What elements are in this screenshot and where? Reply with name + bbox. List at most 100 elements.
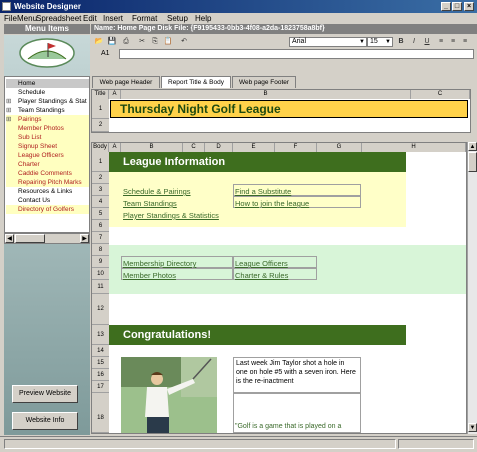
underline-button[interactable]: U — [422, 37, 432, 47]
menu-edit[interactable]: Edit — [83, 13, 97, 24]
tree-item-caddie-comments[interactable]: Caddie Comments — [6, 169, 89, 178]
body-col-g[interactable]: G — [317, 143, 362, 152]
align-left-icon[interactable]: ≡ — [436, 37, 446, 47]
tree-item-team-standings[interactable]: ⊞ Team Standings — [6, 106, 89, 115]
body-row[interactable]: 6 — [92, 220, 109, 232]
menu-format[interactable]: Format — [132, 13, 157, 24]
body-row[interactable]: 17 — [92, 381, 109, 393]
bold-button[interactable]: B — [396, 37, 406, 47]
open-icon[interactable]: 📂 — [94, 37, 104, 47]
font-select[interactable]: Arial ▼ — [289, 37, 367, 47]
body-col-b[interactable]: B — [121, 143, 183, 152]
tree-item-contact-us[interactable]: Contact Us — [6, 196, 89, 205]
link-team-standings[interactable]: Team Standings — [123, 199, 177, 208]
body-row[interactable]: 8 — [92, 244, 109, 256]
scroll-down-icon[interactable]: ▼ — [468, 423, 477, 432]
title-grid[interactable]: Title A B C 1 2 Thursday Night Golf Leag… — [91, 89, 471, 133]
body-row[interactable]: 3 — [92, 184, 109, 196]
body-row[interactable]: 9 — [92, 256, 109, 268]
copy-icon[interactable]: ⎘ — [150, 37, 160, 47]
body-col-e[interactable]: E — [233, 143, 275, 152]
preview-website-button[interactable]: Preview Website — [12, 385, 78, 403]
link-schedule-pairings[interactable]: Schedule & Pairings — [123, 187, 191, 196]
menu-tree[interactable]: Home Schedule ⊞ Player Standings & Stat ⊞… — [4, 76, 90, 233]
body-row[interactable]: 5 — [92, 208, 109, 220]
link-membership-directory[interactable]: Membership Directory — [123, 259, 196, 268]
tree-horizontal-scrollbar[interactable]: ◀ ▶ — [4, 233, 90, 244]
website-info-button[interactable]: Website Info — [12, 412, 78, 430]
link-player-standings[interactable]: Player Standings & Statistics — [123, 211, 219, 220]
scroll-right-icon[interactable]: ▶ — [80, 234, 89, 243]
body-row[interactable]: 7 — [92, 232, 109, 244]
title-col-a[interactable]: A — [109, 90, 121, 99]
vertical-scrollbar[interactable]: ▲ ▼ — [467, 142, 477, 434]
tree-item-schedule[interactable]: Schedule — [6, 88, 89, 97]
title-col-b[interactable]: B — [121, 90, 411, 99]
menu-insert[interactable]: Insert — [103, 13, 123, 24]
undo-icon[interactable]: ↶ — [179, 37, 189, 47]
body-col-h[interactable]: H — [362, 143, 466, 152]
italic-button[interactable]: I — [409, 37, 419, 47]
close-button[interactable]: × — [464, 2, 474, 11]
link-find-substitute[interactable]: Find a Substitute — [235, 187, 291, 196]
tree-item-signup-sheet[interactable]: Signup Sheet — [6, 142, 89, 151]
title-row-1[interactable]: 1 — [92, 99, 109, 119]
link-how-to-join[interactable]: How to join the league — [235, 199, 309, 208]
link-member-photos[interactable]: Member Photos — [123, 271, 176, 280]
font-size-select[interactable]: 15 ▼ — [367, 37, 393, 47]
tree-item-resources-links[interactable]: Resources & Links — [6, 187, 89, 196]
tab-web-page-footer[interactable]: Web page Footer — [232, 76, 296, 88]
tree-item-league-officers[interactable]: League Officers — [6, 151, 89, 160]
body-col-c[interactable]: C — [183, 143, 205, 152]
tab-web-page-header[interactable]: Web page Header — [92, 76, 160, 88]
tree-item-member-photos[interactable]: Member Photos — [6, 124, 89, 133]
align-center-icon[interactable]: ≡ — [448, 37, 458, 47]
body-row[interactable]: 14 — [92, 345, 109, 357]
tab-report-title-body[interactable]: Report Title & Body — [161, 76, 231, 88]
tree-item-repairing-pitch-marks[interactable]: Repairing Pitch Marks — [6, 178, 89, 187]
menu-help[interactable]: Help — [195, 13, 211, 24]
menu-setup[interactable]: Setup — [167, 13, 188, 24]
tree-item-home[interactable]: Home — [6, 79, 89, 88]
title-cell-selected[interactable]: Thursday Night Golf League — [110, 100, 468, 118]
scroll-thumb[interactable] — [468, 152, 477, 172]
tree-item-charter[interactable]: Charter — [6, 160, 89, 169]
body-row[interactable]: 1 — [92, 152, 109, 172]
body-row[interactable]: 2 — [92, 172, 109, 184]
print-icon[interactable]: ⎙ — [121, 37, 131, 47]
link-charter-rules[interactable]: Charter & Rules — [235, 271, 288, 280]
save-icon[interactable]: 💾 — [107, 37, 117, 47]
body-col-a[interactable]: A — [109, 143, 121, 152]
body-row[interactable]: 13 — [92, 325, 109, 345]
align-right-icon[interactable]: ≡ — [460, 37, 470, 47]
story-text: Last week Jim Taylor shot a hole in one … — [233, 357, 361, 393]
tree-item-directory-of-golfers[interactable]: Directory of Golfers — [6, 205, 89, 214]
body-col-d[interactable]: D — [205, 143, 233, 152]
minimize-button[interactable]: _ — [441, 2, 451, 11]
tree-item-sub-list[interactable]: Sub List — [6, 133, 89, 142]
body-row[interactable]: 4 — [92, 196, 109, 208]
body-row[interactable]: 11 — [92, 280, 109, 294]
menu-menu[interactable]: Menu — [17, 13, 37, 24]
maximize-button[interactable]: □ — [452, 2, 462, 11]
formula-input[interactable] — [119, 49, 474, 59]
scroll-left-icon[interactable]: ◀ — [5, 234, 14, 243]
scroll-thumb[interactable] — [15, 234, 45, 243]
tree-item-pairings[interactable]: ⊞ Pairings — [6, 115, 89, 124]
paste-icon[interactable]: 📋 — [163, 37, 173, 47]
tree-item-player-standings[interactable]: ⊞ Player Standings & Stat — [6, 97, 89, 106]
menu-spreadsheet[interactable]: Spreadsheet — [36, 13, 81, 24]
body-row[interactable]: 18 — [92, 393, 109, 433]
body-grid[interactable]: Body A B C D E F G H 1 2 3 4 5 6 7 8 9 1… — [91, 142, 467, 434]
title-row-2[interactable]: 2 — [92, 119, 109, 132]
body-row[interactable]: 10 — [92, 268, 109, 280]
body-row[interactable]: 15 — [92, 357, 109, 369]
title-col-c[interactable]: C — [411, 90, 470, 99]
cut-icon[interactable]: ✂ — [137, 37, 147, 47]
link-league-officers[interactable]: League Officers — [235, 259, 288, 268]
scroll-up-icon[interactable]: ▲ — [468, 142, 477, 151]
body-row[interactable]: 16 — [92, 369, 109, 381]
menu-file[interactable]: File — [4, 13, 17, 24]
body-row[interactable]: 12 — [92, 294, 109, 325]
body-col-f[interactable]: F — [275, 143, 317, 152]
